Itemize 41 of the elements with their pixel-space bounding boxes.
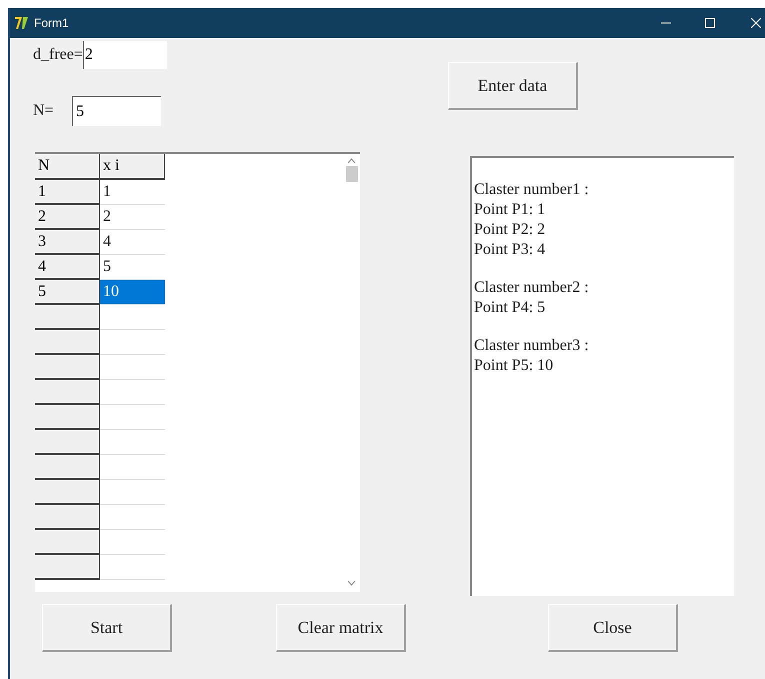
input-field[interactable]: 5 <box>72 96 161 126</box>
field-label: d_free= <box>33 45 83 65</box>
row-header <box>35 555 100 580</box>
clear-matrix-button[interactable]: Clear matrix <box>276 604 406 652</box>
row-header <box>35 405 100 430</box>
close-icon[interactable] <box>751 18 761 28</box>
column-header: N <box>35 154 100 180</box>
point-line: Point P4: 5 <box>474 298 546 318</box>
cluster-heading: Claster number1 : <box>474 180 590 200</box>
maximize-icon[interactable] <box>705 18 715 28</box>
input-field[interactable]: 2 <box>82 41 167 69</box>
row-header <box>35 330 100 355</box>
point-line: Point P5: 10 <box>474 356 554 376</box>
row-header: 4 <box>35 255 100 280</box>
point-line: Point P1: 1 <box>474 200 546 220</box>
row-header: 2 <box>35 205 100 230</box>
row-header: 1 <box>35 180 100 205</box>
row-header <box>35 480 100 505</box>
row-header <box>35 455 100 480</box>
row-header: 5 <box>35 280 100 305</box>
table-cell[interactable]: 10 <box>100 280 165 305</box>
close-button[interactable]: Close <box>548 604 678 652</box>
window-title: Form1 <box>34 15 69 32</box>
point-line: Point P3: 4 <box>474 240 546 260</box>
column-header: x i <box>100 154 165 180</box>
row-header <box>35 530 100 555</box>
scrollbar-thumb[interactable] <box>346 166 358 182</box>
point-line: Point P2: 2 <box>474 220 546 240</box>
row-header: 3 <box>35 230 100 255</box>
cluster-heading: Claster number2 : <box>474 278 590 298</box>
app-logo-icon <box>14 15 30 31</box>
start-button[interactable]: Start <box>42 604 172 652</box>
row-header <box>35 380 100 405</box>
row-header <box>35 430 100 455</box>
cluster-heading: Claster number3 : <box>474 336 590 356</box>
row-header <box>35 505 100 530</box>
field-label: N= <box>33 101 55 121</box>
row-header <box>35 305 100 330</box>
enter-data-button[interactable]: Enter data <box>448 62 578 110</box>
row-header <box>35 355 100 380</box>
output-text-area[interactable]: Claster number1 : Point P1: 1 Point P2: 2 Point P3: 4 Claster number2 : Point P4: 5 Claster number3 : Point P5: 10 <box>470 156 734 596</box>
